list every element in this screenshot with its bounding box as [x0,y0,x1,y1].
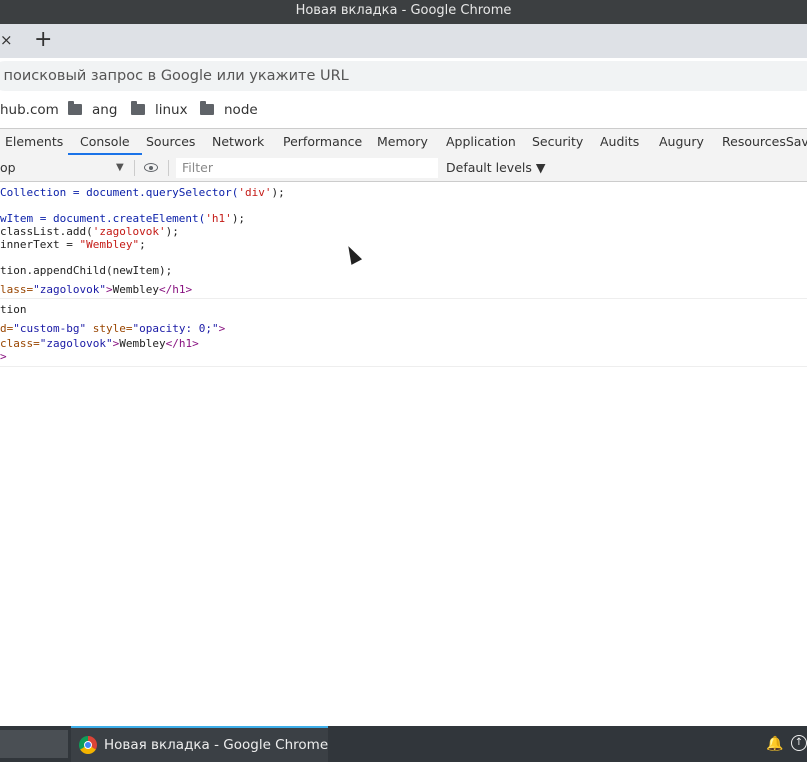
taskbar: Новая вкладка - Google Chrome [0,726,807,762]
tab-performance[interactable]: Performance [283,129,362,155]
bookmarks-bar: hub.com ang linux node [0,92,807,128]
tab-memory[interactable]: Memory [377,129,428,155]
folder-icon [200,101,214,115]
filter-input[interactable]: Filter [176,158,438,178]
devtools-tabbar: Elements Console Sources Network Perform… [0,128,807,156]
console-line: tion [0,303,27,316]
bookmark-label: ang [92,102,118,118]
omnibox[interactable]: е поисковый запрос в Google или укажите … [0,61,807,91]
console-result[interactable]: lass="zagolovok">Wembley</h1> [0,283,192,296]
toolbar-divider [168,160,169,176]
bookmark-label: hub.com [0,102,59,118]
console-line: innerText = "Wembley"; [0,238,146,251]
tab-network[interactable]: Network [212,129,264,155]
console-result[interactable]: class="zagolovok">Wembley</h1> [0,337,199,350]
tab-elements[interactable]: Elements [5,129,63,155]
console-toolbar: op ▼ Filter Default levels ▼ [0,155,807,182]
tab-sources[interactable]: Sources [146,129,195,155]
console-line: Collection = document.querySelector('div… [0,186,285,199]
console-line: classList.add('zagolovok'); [0,225,179,238]
tab-audits[interactable]: Audits [600,129,639,155]
omnibox-placeholder: е поисковый запрос в Google или укажите … [0,68,349,84]
dropdown-arrow-icon[interactable]: ▼ [116,155,124,181]
console-result[interactable]: d="custom-bg" style="opacity: 0;"> [0,322,225,335]
toolbar-divider [134,160,135,176]
close-tab-icon[interactable]: × [0,32,13,48]
eye-icon[interactable] [144,163,158,172]
notification-bell-icon[interactable]: 🔔 [766,736,783,752]
tab-application[interactable]: Application [446,129,516,155]
folder-icon [68,101,82,115]
tab-security[interactable]: Security [532,129,583,155]
console-line: tion.appendChild(newItem); [0,264,173,277]
chrome-icon [79,736,97,754]
bookmark-folder-linux[interactable]: linux [131,101,188,119]
browser-toolbar: е поисковый запрос в Google или укажите … [0,58,807,92]
console-line: wItem = document.createElement('h1'); [0,212,246,225]
console-line: > [0,350,7,363]
bookmark-label: node [224,102,258,118]
tray-update-icon[interactable]: ↑ [791,735,807,751]
bookmark-github[interactable]: hub.com [0,101,59,119]
task-label: Новая вкладка - Google Chrome [104,737,329,753]
bookmark-label: linux [155,102,188,118]
console-divider [0,366,807,367]
folder-icon [131,101,145,115]
context-selector[interactable]: op [0,155,16,181]
tab-augury[interactable]: Augury [659,129,704,155]
window-title: Новая вкладка - Google Chrome [0,0,807,24]
tab-strip: × + [0,24,807,58]
taskbar-launcher[interactable] [0,730,68,758]
tab-console[interactable]: Console [68,129,142,155]
taskbar-chrome-task[interactable]: Новая вкладка - Google Chrome [71,726,328,762]
bookmark-folder-ang[interactable]: ang [68,101,117,119]
new-tab-button[interactable]: + [34,28,52,52]
bookmark-folder-node[interactable]: node [200,101,258,119]
console-divider [0,298,807,299]
mouse-cursor-icon [343,243,363,265]
tab-resourcessaver[interactable]: ResourcesSaver [722,129,807,155]
levels-dropdown[interactable]: Default levels ▼ [446,155,545,181]
